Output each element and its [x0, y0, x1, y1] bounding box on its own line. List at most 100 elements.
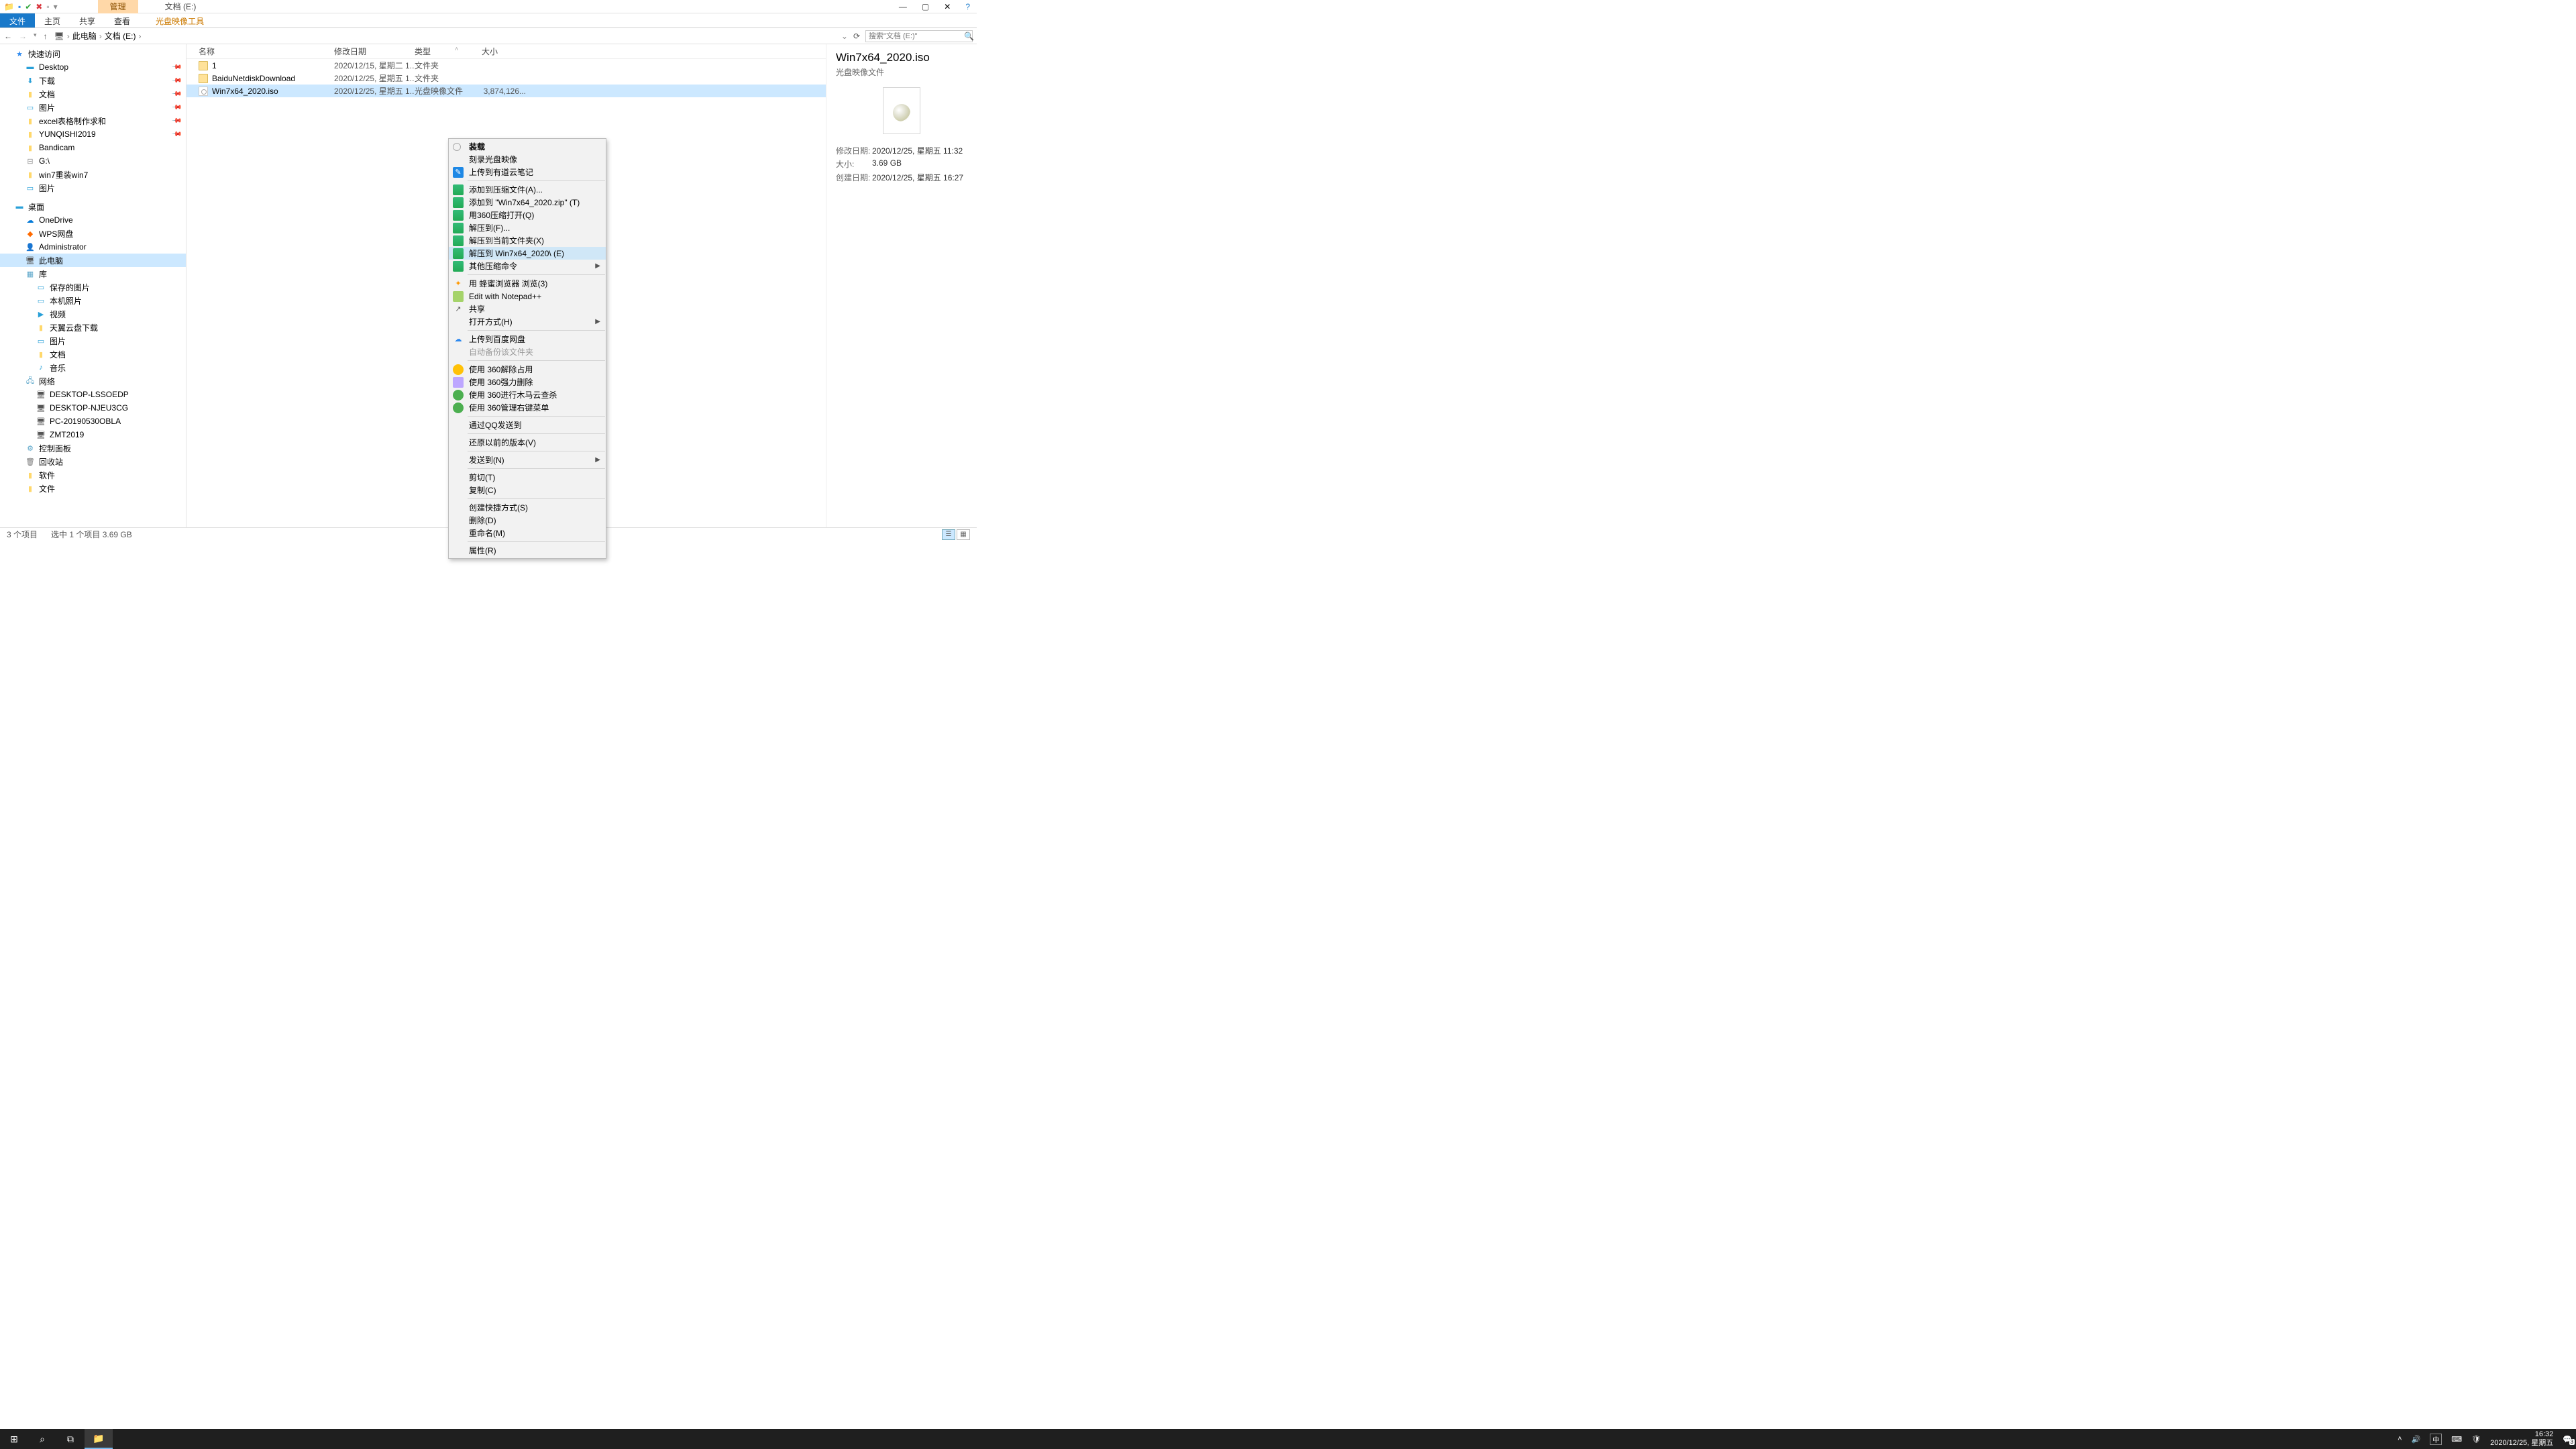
menu-open-with[interactable]: 打开方式(H)▶ [449, 315, 606, 328]
menu-youdao[interactable]: ✎上传到有道云笔记 [449, 166, 606, 178]
view-details-button[interactable]: ☰ [942, 529, 955, 540]
tab-share[interactable]: 共享 [70, 13, 105, 28]
table-row[interactable]: 1 2020/12/15, 星期二 1... 文件夹 [186, 59, 826, 72]
sidebar-item[interactable]: ⚙控制面板 [0, 441, 186, 455]
start-button[interactable]: ⊞ [0, 1429, 28, 1449]
sidebar-network[interactable]: 🖧网络 [0, 374, 186, 388]
menu-open-360zip[interactable]: 用360压缩打开(Q) [449, 209, 606, 221]
sidebar-item[interactable]: 👤Administrator [0, 240, 186, 254]
nav-forward-icon[interactable]: → [19, 32, 27, 41]
sidebar-item[interactable]: ▮win7重装win7 [0, 168, 186, 181]
sidebar-item[interactable]: 🖥PC-20190530OBLA [0, 415, 186, 428]
menu-share[interactable]: ↗共享 [449, 303, 606, 315]
menu-extract-to[interactable]: 解压到(F)... [449, 221, 606, 234]
ime-indicator[interactable]: 中 [2430, 1434, 2442, 1445]
task-view-button[interactable]: ⧉ [56, 1429, 85, 1449]
sidebar-item[interactable]: ▮文件 [0, 482, 186, 495]
sidebar-item[interactable]: ▬Desktop📌 [0, 60, 186, 74]
view-thumbnails-button[interactable]: ▦ [957, 529, 970, 540]
menu-360-unlock[interactable]: 使用 360解除占用 [449, 363, 606, 376]
tab-disc-tools[interactable]: 光盘映像工具 [146, 13, 213, 28]
sidebar-item[interactable]: ▮文档📌 [0, 87, 186, 101]
search-button[interactable]: ⌕ [28, 1429, 56, 1449]
tray-up-icon[interactable]: ˄ [2398, 1435, 2402, 1443]
menu-restore-prev[interactable]: 还原以前的版本(V) [449, 436, 606, 449]
sidebar-item[interactable]: ▭图片📌 [0, 101, 186, 114]
menu-extract-named[interactable]: 解压到 Win7x64_2020\ (E) [449, 247, 606, 260]
sidebar-item[interactable]: ▶视频 [0, 307, 186, 321]
sidebar-item[interactable]: ♪音乐 [0, 361, 186, 374]
maximize-button[interactable]: ▢ [922, 2, 929, 11]
menu-send-to[interactable]: 发送到(N)▶ [449, 453, 606, 466]
taskbar-clock[interactable]: 16:32 2020/12/25, 星期五 [2490, 1430, 2553, 1448]
sidebar-item[interactable]: ▮天翼云盘下载 [0, 321, 186, 334]
action-center-icon[interactable]: 💬3 [2563, 1435, 2572, 1444]
volume-icon[interactable]: 🔊 [2412, 1435, 2421, 1444]
breadcrumb[interactable]: 🖥 › 此电脑 › 文档 (E:) › [52, 30, 837, 42]
menu-extract-here[interactable]: 解压到当前文件夹(X) [449, 234, 606, 247]
sidebar-item[interactable]: ▭保存的图片 [0, 280, 186, 294]
menu-mount[interactable]: 装载 [449, 140, 606, 153]
sidebar-item[interactable]: 🖥DESKTOP-NJEU3CG [0, 401, 186, 415]
tab-view[interactable]: 查看 [105, 13, 140, 28]
menu-qq-send[interactable]: 通过QQ发送到 [449, 419, 606, 431]
sidebar-item[interactable]: ▭图片 [0, 181, 186, 195]
menu-360-manage[interactable]: 使用 360管理右键菜单 [449, 401, 606, 414]
sidebar-item[interactable]: ◆WPS网盘 [0, 227, 186, 240]
tab-file[interactable]: 文件 [0, 13, 35, 28]
sidebar-item[interactable]: ⬇下载📌 [0, 74, 186, 87]
minimize-button[interactable]: — [899, 2, 907, 11]
sidebar-item[interactable]: 🖥DESKTOP-LSSOEDP [0, 388, 186, 401]
menu-add-zip[interactable]: 添加到 "Win7x64_2020.zip" (T) [449, 196, 606, 209]
sidebar-item[interactable]: 🗑回收站 [0, 455, 186, 468]
menu-rename[interactable]: 重命名(M) [449, 527, 606, 539]
menu-bee-browse[interactable]: ✦用 蜂蜜浏览器 浏览(3) [449, 277, 606, 290]
explorer-taskbar-button[interactable]: 📁 [85, 1429, 113, 1449]
menu-baidu-upload[interactable]: ☁上传到百度网盘 [449, 333, 606, 345]
sidebar-desktop[interactable]: ▬桌面 [0, 200, 186, 213]
menu-cut[interactable]: 剪切(T) [449, 471, 606, 484]
col-size[interactable]: 大小 [482, 46, 529, 57]
menu-add-archive[interactable]: 添加到压缩文件(A)... [449, 183, 606, 196]
qat-close-icon[interactable]: ✖ [36, 2, 42, 11]
security-icon[interactable]: 🛡 [2471, 1435, 2481, 1444]
nav-back-icon[interactable]: ← [4, 32, 12, 41]
sidebar-item[interactable]: ▮excel表格制作求和📌 [0, 114, 186, 127]
nav-recent-icon[interactable]: ▾ [34, 32, 37, 41]
col-name[interactable]: 名称 [186, 46, 334, 57]
sidebar-item[interactable]: ☁OneDrive [0, 213, 186, 227]
menu-other-zip[interactable]: 其他压缩命令▶ [449, 260, 606, 272]
tab-home[interactable]: 主页 [35, 13, 70, 28]
menu-burn[interactable]: 刻录光盘映像 [449, 153, 606, 166]
close-button[interactable]: ✕ [944, 2, 951, 11]
qat-item[interactable]: ▫ [46, 2, 49, 11]
menu-properties[interactable]: 属性(R) [449, 544, 606, 557]
sidebar-item[interactable]: ▮文档 [0, 347, 186, 361]
addr-dropdown-icon[interactable]: ⌄ [841, 32, 848, 41]
sidebar-item[interactable]: ▭本机照片 [0, 294, 186, 307]
refresh-icon[interactable]: ⟳ [853, 32, 860, 41]
ime-mode-icon[interactable]: ⌨ [2451, 1435, 2462, 1444]
sidebar-this-pc[interactable]: 🖥此电脑 [0, 254, 186, 267]
sidebar-item[interactable]: ⊟G:\ [0, 154, 186, 168]
col-date[interactable]: 修改日期 [334, 46, 415, 57]
search-icon[interactable]: 🔍 [964, 32, 977, 41]
nav-up-icon[interactable]: ↑ [44, 32, 48, 41]
col-type[interactable]: 类型 [415, 46, 482, 57]
sidebar-item[interactable]: ▮Bandicam [0, 141, 186, 154]
sidebar-libraries[interactable]: ▦库 [0, 267, 186, 280]
menu-copy[interactable]: 复制(C) [449, 484, 606, 496]
table-row[interactable]: BaiduNetdiskDownload 2020/12/25, 星期五 1..… [186, 72, 826, 85]
table-row-selected[interactable]: Win7x64_2020.iso 2020/12/25, 星期五 1... 光盘… [186, 85, 826, 97]
menu-360-trojan[interactable]: 使用 360进行木马云查杀 [449, 388, 606, 401]
sidebar-item[interactable]: ▮软件 [0, 468, 186, 482]
menu-360-force-del[interactable]: 使用 360强力删除 [449, 376, 606, 388]
search-input[interactable]: 🔍 [865, 30, 973, 42]
sidebar-quick-access[interactable]: ★快速访问 [0, 47, 186, 60]
sidebar-item[interactable]: ▭图片 [0, 334, 186, 347]
sidebar-item[interactable]: ▮YUNQISHI2019📌 [0, 127, 186, 141]
sidebar-item[interactable]: 🖥ZMT2019 [0, 428, 186, 441]
menu-notepadpp[interactable]: Edit with Notepad++ [449, 290, 606, 303]
qat-checkmark-icon[interactable]: ✔ [25, 2, 32, 11]
menu-shortcut[interactable]: 创建快捷方式(S) [449, 501, 606, 514]
